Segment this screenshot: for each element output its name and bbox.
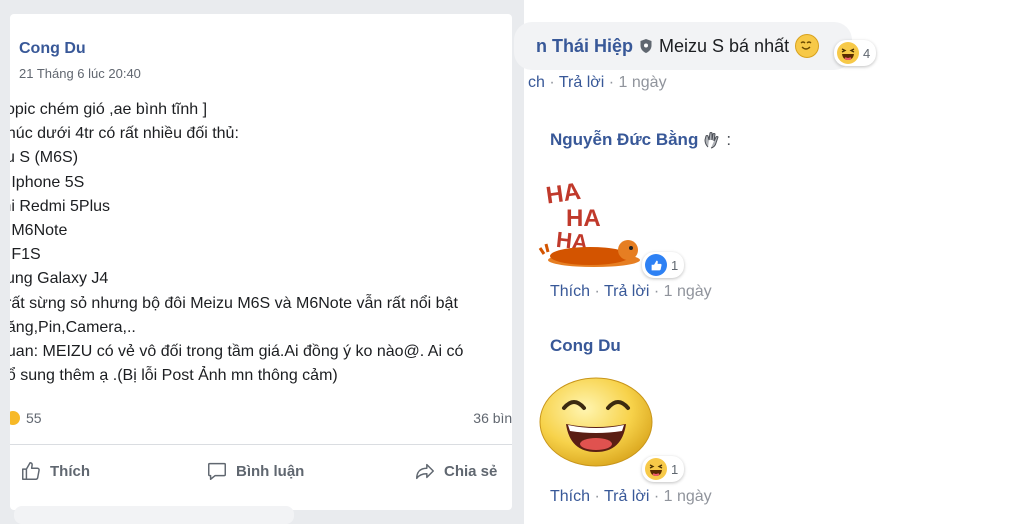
- haha-reaction-icon: [10, 411, 20, 425]
- commenter-name[interactable]: n Thái Hiệp: [536, 36, 633, 57]
- shield-badge-icon: [640, 39, 652, 53]
- share-label: Chia sẻ: [444, 462, 498, 480]
- haha-sticker[interactable]: HA HA HA: [538, 172, 648, 272]
- comment-like-link[interactable]: Thích: [550, 488, 590, 505]
- reaction-count: 1: [671, 257, 679, 273]
- comment-reactions[interactable]: 1: [642, 252, 685, 278]
- reaction-count: 55: [26, 410, 42, 426]
- commenter-name[interactable]: Cong Du: [550, 336, 621, 356]
- commenter-name-row: Nguyễn Đức Bằng :: [550, 130, 731, 150]
- post-body-line: i rất sừng sỏ nhưng bộ đôi Meizu M6S và …: [10, 294, 458, 312]
- post-card: Cong Du 21 Tháng 6 lúc 20:40 Topic chém …: [10, 14, 512, 510]
- post-body: Topic chém gió ,ae bình tĩnh ] phúc dưới…: [10, 98, 463, 388]
- post-body-line: o F1S: [10, 246, 41, 264]
- post-body-line: u M6Note: [10, 221, 68, 239]
- post-body-line: quan: MEIZU có vẻ vô đối trong tầm giá.A…: [10, 342, 464, 360]
- comment-time[interactable]: 1 ngày: [664, 283, 712, 300]
- post-author[interactable]: Cong Du: [19, 40, 86, 58]
- comment-reply-link[interactable]: Trả lời: [604, 283, 649, 300]
- like-reaction-icon: [645, 254, 667, 276]
- comment-button[interactable]: Bình luận: [206, 460, 304, 482]
- like-button[interactable]: Thích: [20, 460, 90, 482]
- haha-reaction-icon: [645, 458, 667, 480]
- comments-panel: n Thái Hiệp Meizu S bá nhất 4 ch · Trả l…: [514, 0, 1036, 524]
- comment-meta: Thích · Trả lời · 1 ngày: [550, 488, 712, 505]
- laughing-face-sticker[interactable]: [538, 372, 654, 468]
- name-suffix: :: [726, 130, 732, 149]
- comment-reactions[interactable]: 1: [642, 456, 685, 482]
- like-label: Thích: [50, 462, 90, 480]
- post-body-line: phúc dưới 4tr có rất nhiều đối thủ:: [10, 125, 239, 143]
- post-body-line: Topic chém gió ,ae bình tĩnh ]: [10, 101, 208, 118]
- post-panel: Cong Du 21 Tháng 6 lúc 20:40 Topic chém …: [0, 0, 524, 524]
- comment-content: n Thái Hiệp Meizu S bá nhất: [536, 34, 820, 58]
- commenter-name[interactable]: Nguyễn Đức Bằng: [550, 130, 698, 150]
- share-arrow-icon: [416, 463, 434, 480]
- post-body-line: mi Redmi 5Plus: [10, 197, 111, 215]
- comment-like-link[interactable]: ch: [528, 74, 545, 91]
- comment-meta: ch · Trả lời · 1 ngày: [528, 74, 667, 91]
- haha-reaction-icon: [837, 42, 859, 64]
- waving-hand-icon: [704, 132, 719, 149]
- comment-reactions[interactable]: 4: [834, 40, 877, 66]
- comment-time[interactable]: 1 ngày: [619, 74, 667, 91]
- comment-meta: Thích · Trả lời · 1 ngày: [550, 283, 712, 300]
- comment-count[interactable]: 36 bình: [473, 410, 512, 426]
- comment-bubble-icon: [208, 462, 226, 480]
- comment-time[interactable]: 1 ngày: [664, 488, 712, 505]
- comment-reply-link[interactable]: Trả lời: [559, 74, 604, 91]
- action-divider: [10, 444, 512, 445]
- comment-like-link[interactable]: Thích: [550, 283, 590, 300]
- post-reactions[interactable]: 55: [10, 410, 42, 426]
- post-timestamp[interactable]: 21 Tháng 6 lúc 20:40: [19, 66, 141, 81]
- post-body-line: sung Galaxy J4: [10, 270, 109, 288]
- post-body-line: zu S (M6S): [10, 149, 79, 167]
- post-body-line: e Iphone 5S: [10, 173, 85, 191]
- post-body-line: bổ sung thêm ạ .(Bị lỗi Post Ảnh mn thôn…: [10, 367, 338, 385]
- reaction-count: 4: [863, 45, 871, 61]
- comment-reply-link[interactable]: Trả lời: [604, 488, 649, 505]
- post-body-line: năng,Pin,Camera,..: [10, 318, 136, 336]
- comment-label: Bình luận: [236, 462, 305, 480]
- commenter-name-row: Cong Du: [550, 336, 621, 356]
- comment-text: Meizu S bá nhất: [659, 35, 790, 56]
- thumbs-up-icon: [22, 462, 40, 480]
- next-card-edge: [14, 506, 294, 524]
- reaction-count: 1: [671, 461, 679, 477]
- share-button[interactable]: Chia sẻ: [414, 460, 497, 482]
- smiley-emoji-icon: [795, 34, 820, 58]
